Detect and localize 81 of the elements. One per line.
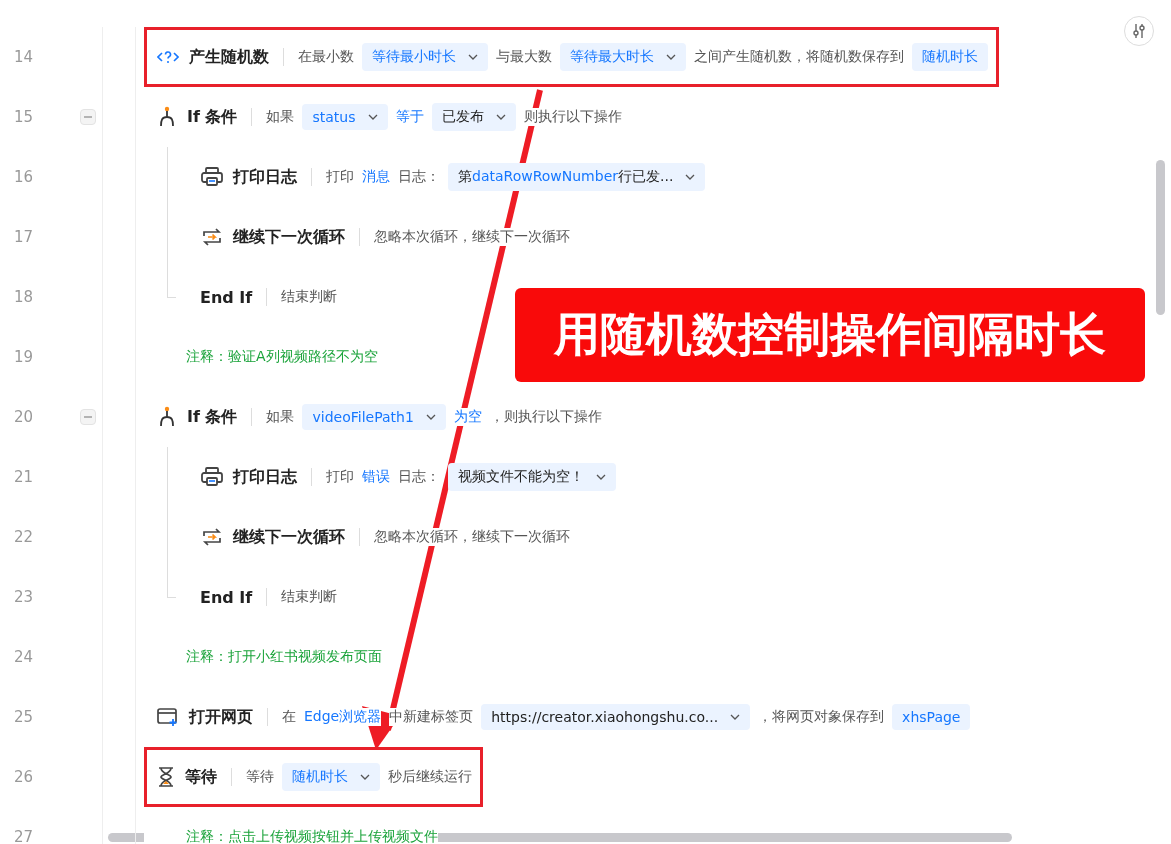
step-text: 之间产生随机数，将随机数保存到: [694, 48, 904, 66]
step-title: If 条件: [187, 106, 238, 128]
chevron-icon: [425, 414, 436, 420]
option-link[interactable]: 错误: [362, 468, 390, 486]
step-title: 继续下一次循环: [233, 226, 345, 248]
line-number: 23: [14, 588, 34, 606]
chevron-icon: [685, 174, 696, 180]
step-text: 打印: [326, 168, 354, 186]
branch-icon: [157, 406, 177, 428]
line-number: 17: [14, 228, 34, 246]
step-text: 则执行以下操作: [523, 108, 622, 126]
step-title: If 条件: [187, 406, 238, 428]
comment-text: 注释：点击上传视频按钮并上传视频文件: [144, 828, 438, 844]
value-dropdown[interactable]: status: [302, 104, 388, 130]
step-text: 秒后继续运行: [388, 768, 472, 786]
step-text: 如果: [266, 408, 295, 426]
value-dropdown[interactable]: https://creator.xiaohongshu.co...: [481, 704, 751, 730]
option-link[interactable]: 消息: [362, 168, 390, 186]
step-text: 结束判断: [281, 588, 338, 606]
printer-icon: [201, 467, 223, 487]
step-text: 在最小数: [298, 48, 354, 66]
step-text: 忽略本次循环，继续下一次循环: [374, 228, 570, 246]
step-text: 在: [282, 708, 296, 726]
step-title: 打开网页: [189, 706, 253, 728]
scrollbar-thumb[interactable]: [1156, 160, 1165, 315]
option-link[interactable]: 等于: [395, 108, 424, 126]
value-dropdown[interactable]: 等待最大时长: [560, 43, 686, 71]
branch-icon: [157, 106, 177, 128]
step-title: 继续下一次循环: [233, 526, 345, 548]
variable-chip[interactable]: xhsPage: [892, 704, 971, 730]
step-text: 如果: [266, 108, 295, 126]
step-title: 等待: [185, 766, 217, 788]
step-title: 打印日志: [233, 166, 297, 188]
line-number: 27: [14, 828, 34, 844]
step-text: 与最大数: [496, 48, 552, 66]
collapse-icon: [84, 113, 92, 121]
value-dropdown[interactable]: videoFilePath1: [302, 404, 446, 430]
chevron-icon: [730, 714, 741, 720]
line-number: 18: [14, 288, 34, 306]
value-dropdown[interactable]: 等待最小时长: [362, 43, 488, 71]
line-number: 22: [14, 528, 34, 546]
step-text: 打印: [326, 468, 354, 486]
printer-icon: [201, 167, 223, 187]
option-link[interactable]: 为空: [453, 408, 482, 426]
loop-icon: [201, 527, 223, 547]
collapse-toggle[interactable]: [80, 109, 96, 125]
step-text: 结束判断: [281, 288, 338, 306]
variable-chip[interactable]: 随机时长: [912, 43, 988, 71]
settings-button[interactable]: [1124, 16, 1154, 46]
step-text: 等待: [246, 768, 274, 786]
chevron-icon: [495, 114, 506, 120]
chevron-icon: [360, 774, 370, 780]
value-dropdown[interactable]: 已发布: [431, 103, 516, 131]
line-number: 16: [14, 168, 34, 186]
line-number: 19: [14, 348, 34, 366]
step-text: 忽略本次循环，继续下一次循环: [374, 528, 570, 546]
value-dropdown[interactable]: 第dataRowRowNumber行已发...: [448, 163, 706, 191]
browser-icon: [157, 707, 179, 727]
line-number: 26: [14, 768, 34, 786]
line-number: 25: [14, 708, 34, 726]
step-title: 产生随机数: [189, 46, 269, 68]
chevron-icon: [666, 54, 676, 60]
line-number: 15: [14, 108, 34, 126]
value-dropdown[interactable]: 视频文件不能为空！: [448, 463, 616, 491]
line-number: 14: [14, 48, 34, 66]
chevron-icon: [468, 54, 478, 60]
step-text: 中新建标签页: [389, 708, 474, 726]
line-number: 20: [14, 408, 34, 426]
annotation-banner: 用随机数控制操作间隔时长: [515, 288, 1145, 382]
value-dropdown[interactable]: 随机时长: [282, 763, 380, 791]
hourglass-icon: [157, 767, 175, 787]
line-number: 21: [14, 468, 34, 486]
collapse-toggle[interactable]: [80, 409, 96, 425]
option-link[interactable]: Edge浏览器: [304, 708, 382, 726]
chevron-icon: [596, 474, 606, 480]
step-title: 打印日志: [233, 466, 297, 488]
settings-icon: [1131, 23, 1147, 39]
chevron-icon: [367, 114, 378, 120]
line-number: 24: [14, 648, 34, 666]
loop-icon: [201, 227, 223, 247]
collapse-icon: [84, 413, 92, 421]
